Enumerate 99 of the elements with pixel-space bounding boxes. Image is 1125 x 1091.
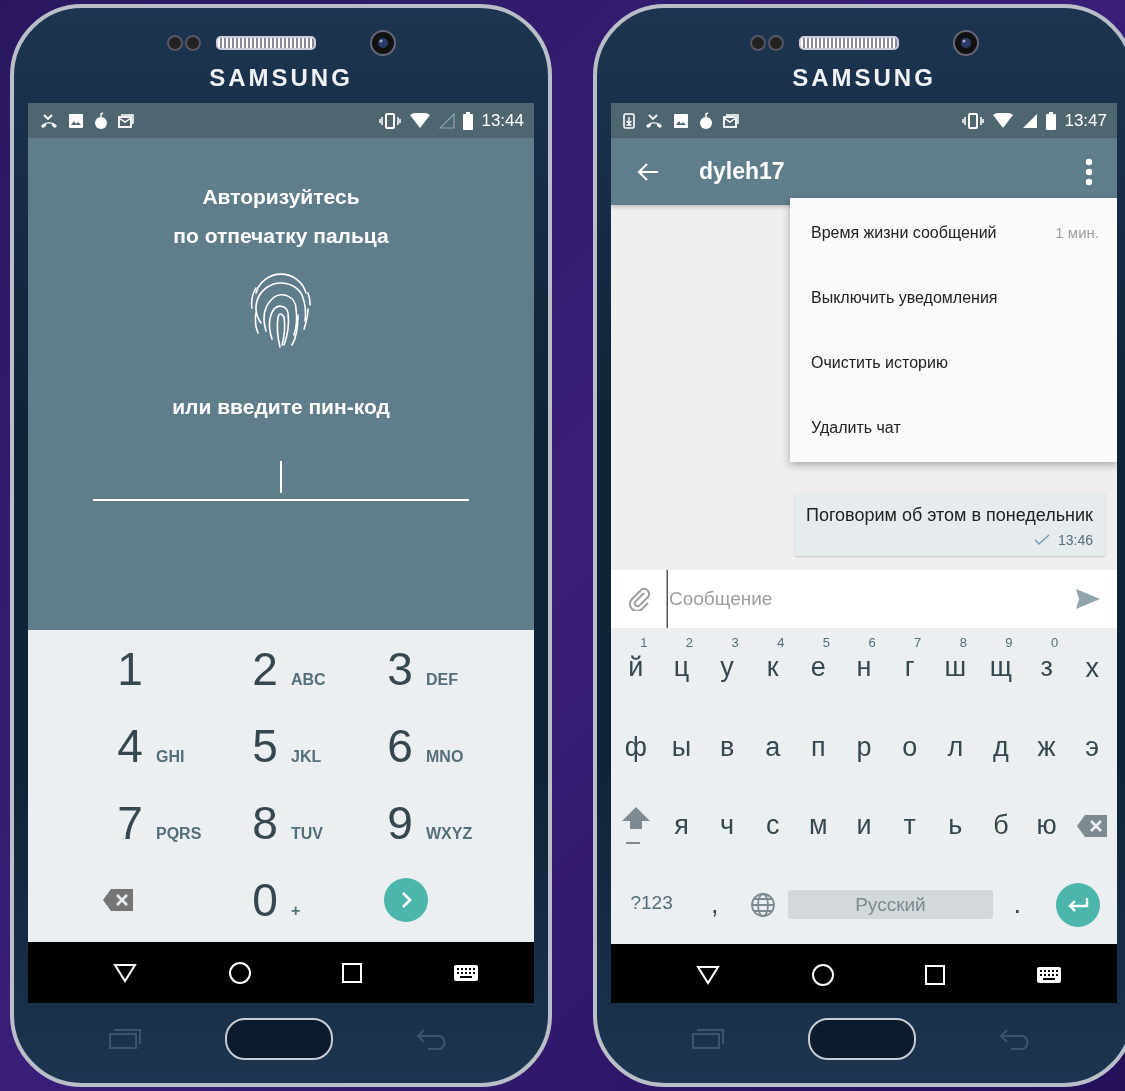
keyboard-key[interactable]: о xyxy=(900,728,920,767)
keyboard-key[interactable]: 6 н xyxy=(850,633,878,688)
keyboard-key[interactable]: 2 ц xyxy=(667,633,696,688)
keyboard-key[interactable]: 0 з xyxy=(1032,633,1061,688)
back-icon[interactable] xyxy=(696,964,721,985)
keypad-key[interactable]: 6 MNO xyxy=(338,707,473,784)
keypad-key[interactable]: 9 WXYZ xyxy=(338,784,473,861)
backspace-icon[interactable] xyxy=(1076,814,1109,839)
missed-call-icon xyxy=(40,112,58,129)
keyboard-key[interactable]: , xyxy=(708,885,721,924)
home-button[interactable] xyxy=(808,1018,916,1060)
backspace-icon[interactable] xyxy=(102,887,134,912)
keyboard-key[interactable]: 7 г xyxy=(896,633,924,688)
keyboard-key[interactable]: д xyxy=(991,728,1011,767)
keypad-key[interactable]: 1 xyxy=(68,630,203,707)
image-icon xyxy=(673,112,689,129)
image-icon xyxy=(68,112,84,129)
bomb-icon xyxy=(94,111,108,130)
envelope-icon xyxy=(723,113,739,128)
no-signal-icon xyxy=(439,112,456,129)
battery-icon xyxy=(463,111,474,130)
paperclip-icon[interactable] xyxy=(629,587,651,611)
keypad-key[interactable]: 8 TUV xyxy=(203,784,338,861)
bomb-icon xyxy=(699,111,713,130)
keyboard-key[interactable]: 4 к xyxy=(759,633,787,688)
keyboard-key[interactable]: л xyxy=(945,728,966,767)
keyboard-key[interactable]: х xyxy=(1083,650,1101,689)
menu-item[interactable]: Удалить чат xyxy=(790,395,1117,460)
next-button-icon[interactable] xyxy=(384,877,428,922)
send-icon[interactable] xyxy=(1075,588,1101,610)
keyboard-key[interactable]: с xyxy=(764,807,782,846)
menu-item[interactable]: Очистить историю xyxy=(790,330,1117,395)
home-button[interactable] xyxy=(225,1018,333,1060)
fingerprint-prompt: Авторизуйтесь по отпечатку пальца xyxy=(173,184,389,249)
keyboard-key[interactable]: ю xyxy=(1034,807,1059,846)
home-icon[interactable] xyxy=(227,960,252,985)
download-icon xyxy=(623,112,635,129)
keyboard-icon[interactable] xyxy=(452,963,479,982)
message-time: 13:46 xyxy=(1057,532,1093,548)
keyboard-key[interactable]: 5 е xyxy=(804,633,832,688)
camera-icon xyxy=(953,30,979,56)
camera-icon xyxy=(370,30,396,56)
globe-icon[interactable] xyxy=(750,891,777,918)
menu-item[interactable]: Время жизни сообщений 1 мин. xyxy=(790,200,1117,265)
keyboard-key[interactable]: ф xyxy=(622,728,649,767)
keyboard-key[interactable]: я xyxy=(672,807,691,846)
recent-apps-icon[interactable] xyxy=(925,964,946,985)
home-icon[interactable] xyxy=(810,962,835,987)
recent-apps-icon[interactable] xyxy=(342,962,363,983)
signal-icon xyxy=(1022,112,1039,129)
wifi-icon xyxy=(409,112,432,129)
vibrate-icon xyxy=(962,112,985,129)
keyboard-key[interactable]: р xyxy=(854,728,874,767)
keyboard-key[interactable]: в xyxy=(717,728,737,767)
message-field[interactable]: Сообщение xyxy=(665,570,1065,628)
back-icon[interactable] xyxy=(113,962,138,983)
keyboard-key[interactable]: м xyxy=(807,807,830,846)
keyboard-key[interactable]: б xyxy=(991,807,1011,846)
keyboard-key[interactable]: п xyxy=(809,728,828,767)
keyboard-key[interactable]: 3 у xyxy=(713,633,741,688)
keyboard-icon[interactable] xyxy=(1035,965,1062,984)
keyboard-key[interactable]: ь xyxy=(946,807,965,846)
back-arrow-icon[interactable] xyxy=(637,161,659,182)
keyboard-key[interactable]: 9 щ xyxy=(987,633,1015,688)
vibrate-icon xyxy=(379,112,402,129)
keypad-key[interactable]: 0 + xyxy=(203,861,338,938)
missed-call-icon xyxy=(645,112,663,129)
keyboard-key[interactable]: ы xyxy=(669,728,694,767)
enter-key-icon[interactable] xyxy=(1056,882,1101,927)
shift-icon[interactable] xyxy=(620,806,651,847)
status-time: 13:47 xyxy=(1064,110,1107,131)
keyboard-key[interactable]: 8 ш xyxy=(941,633,969,688)
symbols-key[interactable]: ?123 xyxy=(613,890,691,920)
keyboard-key[interactable]: . xyxy=(1011,885,1024,924)
keyboard-key[interactable]: ж xyxy=(1035,728,1058,767)
keyboard-key[interactable]: э xyxy=(1083,728,1102,767)
envelope-icon xyxy=(118,113,134,128)
keypad-key[interactable]: 4 GHI xyxy=(68,707,203,784)
keyboard-key[interactable]: и xyxy=(854,807,874,846)
keyboard-key[interactable]: т xyxy=(901,807,918,846)
sensor-icon xyxy=(749,34,785,52)
keypad-key[interactable]: 2 ABC xyxy=(203,630,338,707)
status-time: 13:44 xyxy=(481,110,524,131)
pin-prompt: или введите пин-код xyxy=(172,395,390,419)
keyboard-key[interactable]: 1 й xyxy=(622,633,650,688)
battery-icon xyxy=(1046,111,1057,130)
message-text: Поговорим об этом в понедельник xyxy=(805,505,1093,526)
brand-logo: SAMSUNG xyxy=(209,64,353,92)
chat-title: dyleh17 xyxy=(699,158,786,185)
keypad-key[interactable]: 3 DEF xyxy=(338,630,473,707)
wifi-icon xyxy=(992,112,1015,129)
keyboard-key[interactable]: ч xyxy=(718,807,737,846)
keypad-key[interactable]: 5 JKL xyxy=(203,707,338,784)
keypad-key[interactable]: 7 PQRS xyxy=(68,784,203,861)
brand-logo: SAMSUNG xyxy=(792,64,936,92)
keyboard-key[interactable]: а xyxy=(763,728,783,767)
menu-item[interactable]: Выключить уведомления xyxy=(790,265,1117,330)
more-options-icon[interactable] xyxy=(1085,157,1093,186)
sensor-icon xyxy=(166,34,202,52)
